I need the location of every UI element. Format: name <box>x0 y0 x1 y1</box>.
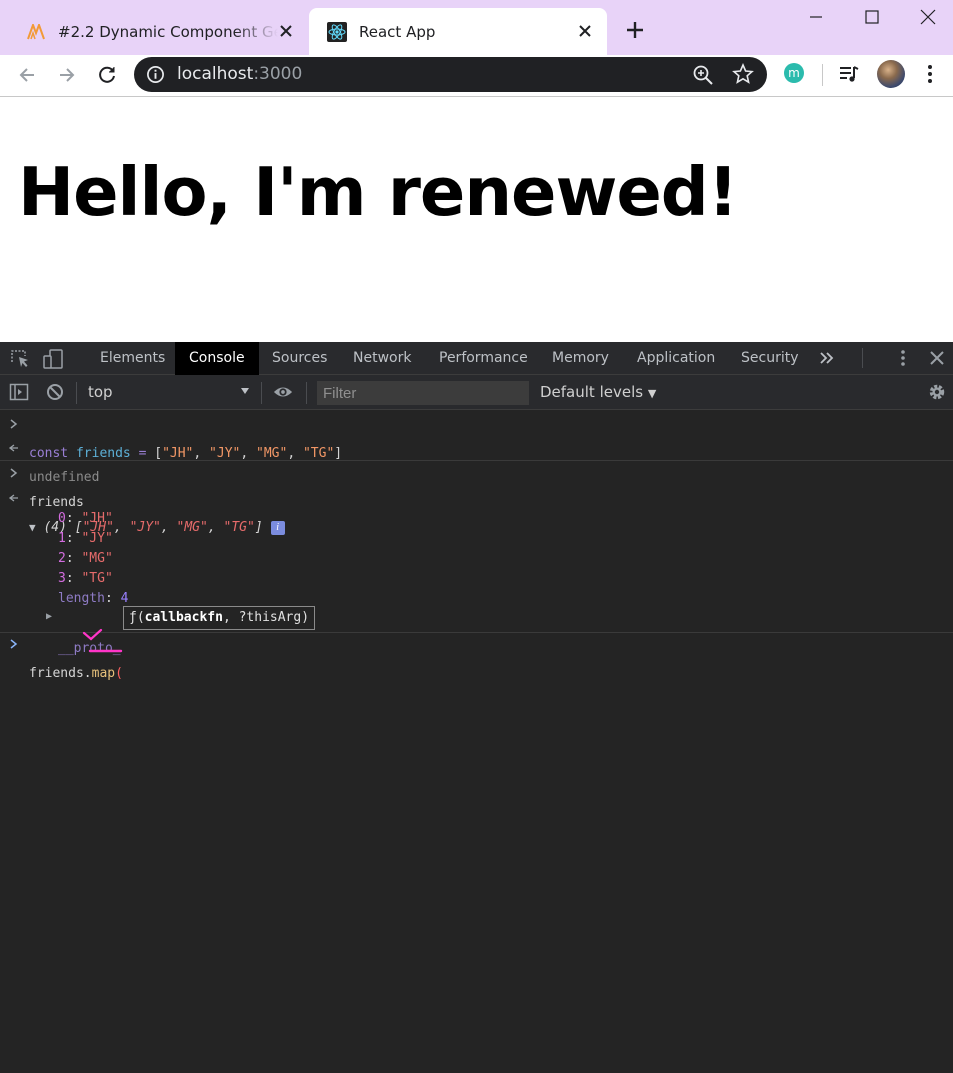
address-bar[interactable]: localhost:3000 <box>134 57 767 92</box>
device-toolbar-icon[interactable] <box>42 348 64 370</box>
context-selector[interactable]: top <box>88 383 113 401</box>
close-tab-icon[interactable] <box>575 21 595 41</box>
tab-title: #2.2 Dynamic Component Generation <box>58 22 278 41</box>
url-host: localhost <box>177 64 254 84</box>
array-entry: 2: "MG" <box>58 551 113 566</box>
browser-tab-strip: #2.2 Dynamic Component Generation React … <box>0 0 953 55</box>
maximize-button[interactable] <box>843 0 901 34</box>
entry-key: 2 <box>58 551 66 566</box>
console-input-line: friends <box>0 465 953 510</box>
devtools-menu-icon[interactable] <box>895 348 911 368</box>
log-levels-label: Default levels <box>540 383 644 401</box>
array-entry: 3: "TG" <box>58 571 113 586</box>
inspect-element-icon[interactable] <box>9 348 31 370</box>
tooltip-prefix: ƒ( <box>129 610 145 625</box>
chrome-menu-icon[interactable] <box>920 62 940 86</box>
tooltip-rest: , ?thisArg) <box>222 610 310 625</box>
length-value: 4 <box>120 591 129 606</box>
console-input-line: const friends = ["JH", "JY", "MG", "TG"] <box>0 416 953 461</box>
back-button[interactable] <box>12 60 42 90</box>
dropdown-arrow-icon[interactable] <box>240 386 250 396</box>
console-prompt[interactable]: friends.map( <box>0 636 953 681</box>
browser-toolbar: localhost:3000 m <box>0 55 953 97</box>
prompt-chevron-icon <box>10 639 18 649</box>
live-expression-eye-icon[interactable] <box>273 382 293 402</box>
function-signature-tooltip: ƒ(callbackfn, ?thisArg) <box>123 606 316 630</box>
extension-icon[interactable]: m <box>784 63 804 83</box>
entry-key: 3 <box>58 571 66 586</box>
reload-button[interactable] <box>92 60 122 90</box>
tab-sources[interactable]: Sources <box>258 342 341 375</box>
zoom-icon[interactable] <box>692 64 714 86</box>
profile-avatar[interactable] <box>877 60 905 88</box>
page-heading: Hello, I'm renewed! <box>18 153 738 231</box>
url-port: :3000 <box>253 64 303 84</box>
console-filter-input[interactable] <box>317 381 529 405</box>
tab-console[interactable]: Console <box>175 342 259 375</box>
code-paren: ( <box>115 666 123 681</box>
tooltip-param: callbackfn <box>144 610 223 625</box>
tab-elements[interactable]: Elements <box>86 342 179 375</box>
entry-value: "MG" <box>81 551 113 566</box>
tab-application[interactable]: Application <box>623 342 729 375</box>
clear-console-icon[interactable] <box>45 382 65 402</box>
toolbar-divider <box>76 382 77 404</box>
result-arrow-icon <box>8 444 18 452</box>
dropdown-arrow-icon: ▼ <box>647 387 657 400</box>
minimize-button[interactable] <box>787 0 845 34</box>
entry-value: "JY" <box>81 531 113 546</box>
toolbar-divider <box>261 382 262 404</box>
nomad-logo-icon <box>26 22 46 42</box>
site-info-icon[interactable] <box>146 65 165 84</box>
tab-performance[interactable]: Performance <box>425 342 542 375</box>
tab-title: React App <box>359 22 436 41</box>
array-entry: 1: "JY" <box>58 531 113 546</box>
show-sidebar-icon[interactable] <box>9 382 29 402</box>
forward-button[interactable] <box>52 60 82 90</box>
entry-value: "TG" <box>81 571 113 586</box>
tab-memory[interactable]: Memory <box>538 342 623 375</box>
console-result-line: undefined <box>0 440 953 485</box>
devtools-tab-bar: Elements Console Sources Network Perform… <box>0 342 953 375</box>
prompt-chevron-icon <box>10 419 18 429</box>
devtools-panel: Elements Console Sources Network Perform… <box>0 342 953 1073</box>
close-tab-icon[interactable] <box>276 21 296 41</box>
react-logo-icon <box>327 21 347 42</box>
prompt-chevron-icon <box>10 468 18 478</box>
expand-triangle-icon[interactable]: ▶ <box>46 611 52 622</box>
devtools-divider <box>862 348 863 368</box>
media-control-icon[interactable] <box>838 63 860 85</box>
console-result-line: ▼ (4) ["JH", "JY", "MG", "TG"] i <box>0 490 953 535</box>
code-dot: . <box>83 666 92 681</box>
more-tabs-icon[interactable] <box>818 348 836 368</box>
array-entry: 0: "JH" <box>58 511 113 526</box>
result-arrow-icon <box>8 494 18 502</box>
code-object: friends <box>29 666 84 681</box>
console-output: const friends = ["JH", "JY", "MG", "TG"]… <box>0 410 953 1073</box>
console-toolbar: top Default levels ▼ <box>0 375 953 410</box>
tab-network[interactable]: Network <box>339 342 425 375</box>
tab-react-app[interactable]: React App <box>309 8 607 55</box>
console-settings-gear-icon[interactable] <box>927 382 947 402</box>
entry-key: 0 <box>58 511 66 526</box>
console-current-input[interactable]: friends.map( <box>29 666 123 681</box>
url-text: localhost:3000 <box>177 64 302 84</box>
annotation-checkmark-icon <box>82 628 123 653</box>
code-method: map <box>91 666 116 681</box>
new-tab-button[interactable] <box>622 17 648 43</box>
console-divider <box>0 632 953 633</box>
tab-security[interactable]: Security <box>727 342 813 375</box>
tab-lecture[interactable]: #2.2 Dynamic Component Generation <box>8 8 308 55</box>
entry-key: 1 <box>58 531 66 546</box>
entry-value: "JH" <box>81 511 113 526</box>
toolbar-divider <box>822 64 823 86</box>
page-viewport: Hello, I'm renewed! <box>0 97 953 342</box>
toolbar-divider <box>306 382 307 404</box>
console-divider <box>0 460 953 461</box>
close-devtools-icon[interactable] <box>927 348 947 368</box>
bookmark-star-icon[interactable] <box>732 63 754 85</box>
close-window-button[interactable] <box>899 0 953 34</box>
log-levels-dropdown[interactable]: Default levels ▼ <box>540 383 656 401</box>
length-key: length <box>58 591 105 606</box>
